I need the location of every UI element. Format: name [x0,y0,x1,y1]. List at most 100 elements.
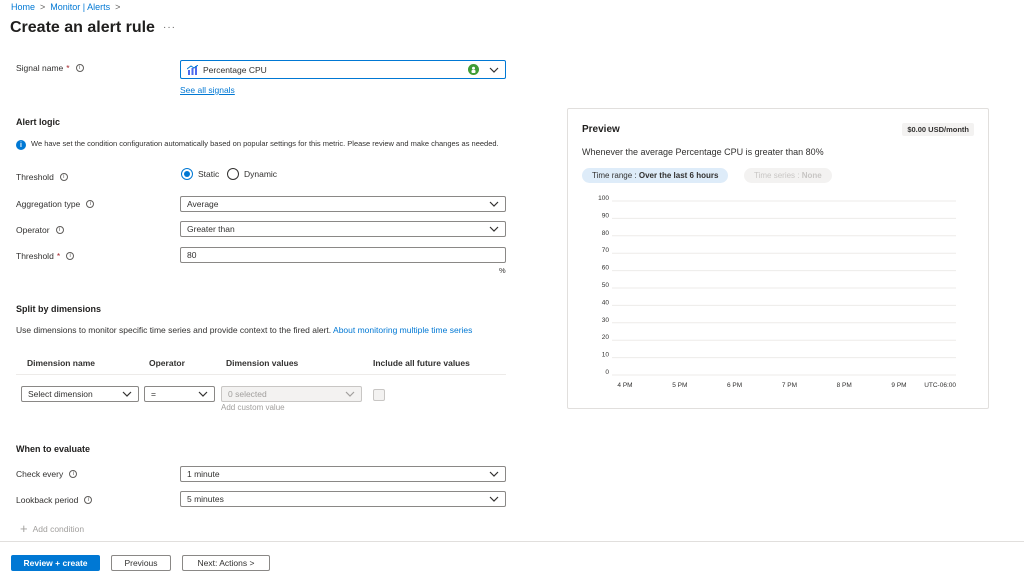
next-actions-button[interactable]: Next: Actions > [182,555,270,571]
breadcrumb: Home > Monitor | Alerts > [11,2,125,12]
y-tick-label: 60 [602,265,610,272]
add-condition-button[interactable]: + Add condition [20,521,85,536]
threshold-static-radio[interactable]: Static [181,168,219,180]
cost-value: $0.00 USD/month [907,125,969,134]
see-all-signals-link[interactable]: See all signals [180,85,235,95]
info-message-text: We have set the condition configuration … [31,139,499,148]
chevron-down-icon [198,390,208,398]
info-icon[interactable]: i [59,173,68,181]
split-description-text: Use dimensions to monitor specific time … [16,325,332,335]
info-icon[interactable]: i [86,200,95,208]
lookback-period-dropdown[interactable]: 5 minutes [180,491,506,507]
column-operator: Operator [149,358,185,368]
footer-bar: Review + create Previous Next: Actions > [0,541,1024,577]
time-series-label: Time series : [754,171,800,180]
x-tick-label: 8 PM [837,382,852,389]
info-icon[interactable]: i [66,252,75,260]
threshold-value-input[interactable]: 80 [180,247,506,263]
time-range-value: Over the last 6 hours [638,171,719,180]
preview-panel: Preview $0.00 USD/month Whenever the ave… [567,108,989,409]
lookback-period-value: 5 minutes [187,494,224,504]
signal-name-label: Signal name * i [16,63,84,73]
check-every-value: 1 minute [187,469,220,479]
x-tick-label: 5 PM [672,382,687,389]
threshold-type-label: Threshold i [16,172,68,182]
breadcrumb-separator: > [40,2,46,12]
table-header-divider [16,374,506,375]
alert-logic-heading: Alert logic [16,117,61,127]
timezone-label: UTC-06:00 [924,382,956,389]
add-condition-label: Add condition [32,524,85,534]
preview-title: Preview [582,124,620,135]
operator-label: Operator i [16,225,64,235]
y-tick-label: 70 [602,247,610,254]
breadcrumb-home[interactable]: Home [11,2,35,12]
page-title: Create an alert rule [10,19,155,36]
aggregation-type-dropdown[interactable]: Average [180,196,506,212]
signal-name-value: Percentage CPU [203,64,267,75]
y-tick-label: 40 [602,299,610,306]
radio-static[interactable] [181,168,193,180]
radio-dynamic[interactable] [227,168,239,180]
chevron-down-icon [345,390,355,398]
y-tick-label: 0 [605,369,609,376]
chevron-down-icon [489,470,499,478]
dimension-values-value: 0 selected [228,389,267,399]
x-tick-label: 9 PM [891,382,906,389]
info-icon[interactable]: i [69,470,78,478]
include-future-values-checkbox [373,389,385,401]
info-message: i We have set the condition configuratio… [16,139,506,150]
radio-static-label: Static [198,169,220,179]
chevron-down-icon [489,66,499,74]
column-dimension-name: Dimension name [27,358,96,368]
column-dimension-values: Dimension values [226,358,299,368]
preview-summary: Whenever the average Percentage CPU is g… [582,147,824,157]
radio-dynamic-label: Dynamic [244,169,278,179]
check-every-label: Check every i [16,469,78,479]
more-options-icon[interactable]: ··· [163,22,176,33]
breadcrumb-monitor-alerts[interactable]: Monitor | Alerts [50,2,110,12]
time-range-label: Time range : [592,171,637,180]
split-dimensions-heading: Split by dimensions [16,304,102,314]
info-icon[interactable]: i [75,64,84,72]
chevron-down-icon [489,225,499,233]
lookback-period-label: Lookback period i [16,495,93,505]
aggregation-type-label: Aggregation type i [16,199,95,209]
select-dimension-dropdown[interactable]: Select dimension [21,386,139,402]
previous-button[interactable]: Previous [111,555,171,571]
y-tick-label: 80 [602,230,610,237]
select-dimension-value: Select dimension [28,389,93,399]
chevron-down-icon [122,390,132,398]
info-filled-icon: i [16,140,26,150]
add-icon: + [20,521,28,536]
y-tick-label: 50 [602,282,610,289]
time-range-pill[interactable]: Time range : Over the last 6 hours [582,168,729,183]
y-tick-label: 30 [602,317,610,324]
metric-chart-icon [187,64,198,75]
split-description: Use dimensions to monitor specific time … [16,324,506,336]
dimension-operator-value: = [151,389,156,399]
review-create-button[interactable]: Review + create [11,555,100,571]
x-tick-label: 7 PM [782,382,797,389]
operator-value: Greater than [187,224,235,234]
add-custom-value-link: Add custom value [221,403,285,412]
dimension-operator-dropdown[interactable]: = [144,386,215,402]
signal-name-dropdown[interactable]: Percentage CPU [180,60,506,79]
cost-badge: $0.00 USD/month [902,123,974,136]
x-tick-label: 6 PM [727,382,742,389]
breadcrumb-separator: > [115,2,121,12]
time-series-value: None [801,171,822,180]
time-series-pill: Time series : None [744,168,832,183]
preview-chart: 0 10 20 30 40 50 60 70 80 90 100 4 PM 5 PM 6 PM 7 PM 8 … [598,195,956,389]
about-monitoring-link[interactable]: About monitoring multiple time series [333,325,472,335]
when-to-evaluate-heading: When to evaluate [16,444,91,454]
y-tick-label: 90 [602,212,610,219]
operator-dropdown[interactable]: Greater than [180,221,506,237]
check-every-dropdown[interactable]: 1 minute [180,466,506,482]
y-tick-label: 100 [598,195,609,202]
threshold-dynamic-radio[interactable]: Dynamic [227,168,277,180]
chevron-down-icon [489,495,499,503]
info-icon[interactable]: i [84,496,93,504]
threshold-value-text: 80 [187,250,197,260]
info-icon[interactable]: i [55,226,64,234]
